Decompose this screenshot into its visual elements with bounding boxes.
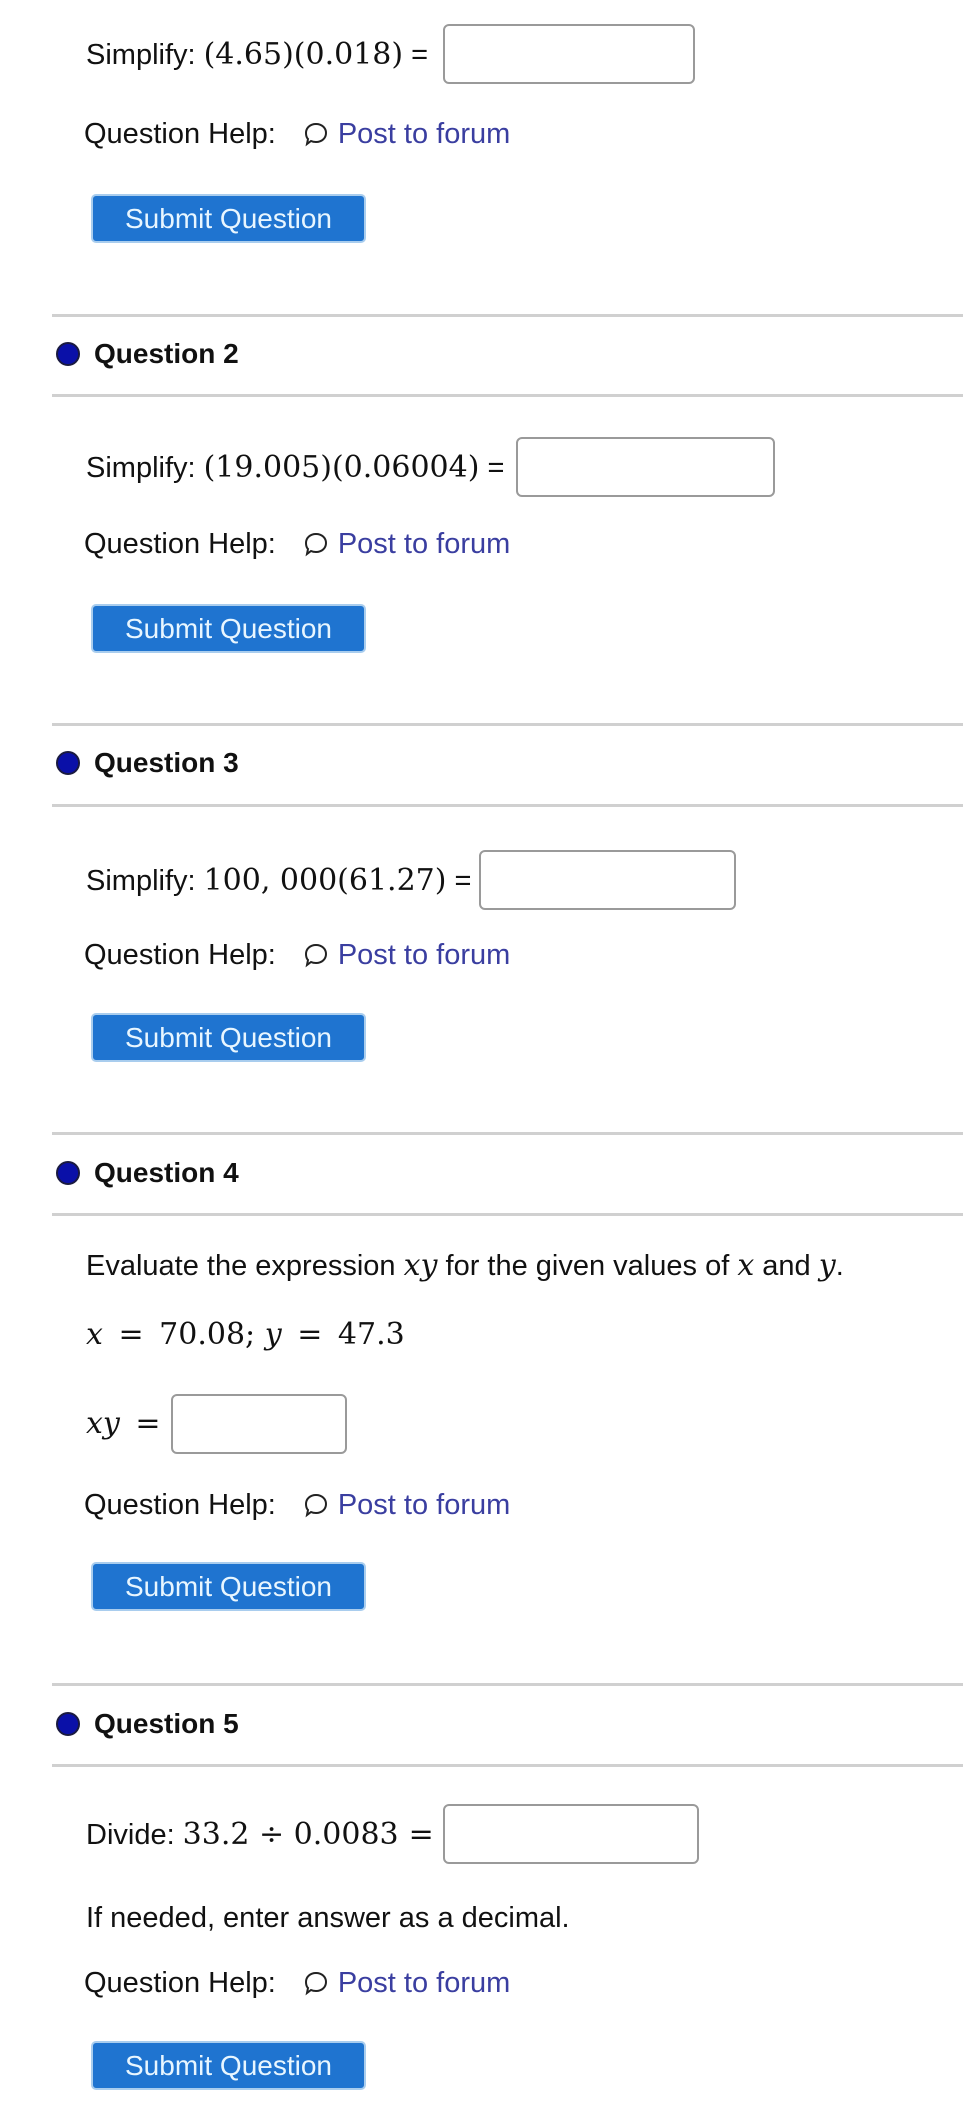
equals-sign: =: [118, 1317, 144, 1352]
equals-sign: =: [297, 1317, 323, 1352]
post-to-forum-link[interactable]: Post to forum: [302, 116, 510, 152]
question-title: Question 5: [94, 1708, 239, 1739]
question-5-answer-input[interactable]: [443, 1804, 699, 1864]
question-3-help: Question Help: Post to forum: [84, 937, 510, 973]
divider: [52, 1132, 963, 1135]
speech-bubble-icon: [302, 530, 330, 558]
post-to-forum-link[interactable]: Post to forum: [302, 937, 510, 973]
submit-question-2-button[interactable]: Submit Question: [91, 604, 366, 653]
divider: [52, 394, 963, 397]
question-2-prompt: Simplify: (19.005)(0.06004) =: [86, 450, 504, 486]
question-help-label: Question Help:: [84, 939, 276, 971]
question-5-note: If needed, enter answer as a decimal.: [86, 1902, 570, 1934]
post-to-forum-label: Post to forum: [337, 118, 511, 150]
question-4-answer-lhs: xy =: [86, 1406, 161, 1442]
question-2-help: Question Help: Post to forum: [84, 526, 510, 562]
question-4-answer-input[interactable]: [171, 1394, 347, 1454]
math-expression: 33.2 ÷ 0.0083: [182, 1817, 399, 1852]
math-variable: y: [264, 1317, 282, 1352]
math-variable: x: [737, 1248, 755, 1283]
post-to-forum-label: Post to forum: [337, 528, 511, 560]
speech-bubble-icon: [302, 120, 330, 148]
question-2-answer-input[interactable]: [516, 437, 775, 497]
question-3-header: Question 3: [56, 745, 239, 781]
post-to-forum-link[interactable]: Post to forum: [302, 526, 510, 562]
status-bullet-icon: [56, 342, 80, 366]
post-to-forum-link[interactable]: Post to forum: [302, 1965, 510, 2001]
submit-question-4-button[interactable]: Submit Question: [91, 1562, 366, 1611]
question-5-header: Question 5: [56, 1706, 239, 1742]
prompt-label: Simplify:: [86, 39, 196, 71]
instruction-text: .: [835, 1250, 844, 1282]
value-text: 47.3: [337, 1317, 405, 1352]
question-2-header: Question 2: [56, 336, 239, 372]
question-3-prompt: Simplify: 100, 000(61.27) =: [86, 863, 471, 899]
question-title: Question 4: [94, 1157, 239, 1188]
instruction-text: for the given values of: [437, 1250, 738, 1282]
math-variable: y: [818, 1248, 836, 1283]
divider: [52, 1764, 963, 1767]
question-1-prompt: Simplify: (4.65)(0.018) =: [86, 37, 428, 73]
math-variable: x: [86, 1317, 103, 1352]
instruction-text: Evaluate the expression: [86, 1250, 404, 1282]
post-to-forum-label: Post to forum: [337, 939, 511, 971]
question-title: Question 2: [94, 338, 239, 369]
instruction-text: and: [754, 1250, 819, 1282]
divider: [52, 723, 963, 726]
question-title: Question 3: [94, 747, 239, 778]
prompt-label: Simplify:: [86, 865, 196, 897]
status-bullet-icon: [56, 1161, 80, 1185]
prompt-label: Simplify:: [86, 452, 196, 484]
prompt-label: Divide:: [86, 1819, 175, 1851]
status-bullet-icon: [56, 1712, 80, 1736]
question-1-answer-input[interactable]: [443, 24, 695, 84]
math-variable: xy: [403, 1248, 438, 1283]
question-4-header: Question 4: [56, 1155, 239, 1191]
divider: [52, 1683, 963, 1686]
submit-question-3-button[interactable]: Submit Question: [91, 1013, 366, 1062]
question-5-help: Question Help: Post to forum: [84, 1965, 510, 2001]
question-1-help: Question Help: Post to forum: [84, 116, 510, 152]
equals-sign: =: [411, 39, 429, 71]
question-4-instruction: Evaluate the expression xy for the given…: [86, 1248, 844, 1284]
math-expression: (19.005)(0.06004): [203, 450, 480, 485]
post-to-forum-label: Post to forum: [337, 1489, 511, 1521]
question-3-answer-input[interactable]: [479, 850, 736, 910]
submit-question-5-button[interactable]: Submit Question: [91, 2041, 366, 2090]
speech-bubble-icon: [302, 1969, 330, 1997]
equals-sign: =: [408, 1817, 434, 1852]
speech-bubble-icon: [302, 1491, 330, 1519]
equals-sign: =: [454, 865, 472, 897]
divider: [52, 804, 963, 807]
question-4-help: Question Help: Post to forum: [84, 1487, 510, 1523]
math-variable: xy: [86, 1406, 120, 1441]
question-help-label: Question Help:: [84, 118, 276, 150]
question-help-label: Question Help:: [84, 1489, 276, 1521]
divider: [52, 314, 963, 317]
equals-sign: =: [487, 452, 505, 484]
divider: [52, 1213, 963, 1216]
question-4-given-values: x = 70.08; y = 47.3: [86, 1317, 405, 1353]
value-text: 70.08;: [159, 1317, 256, 1352]
question-help-label: Question Help:: [84, 528, 276, 560]
math-expression: (4.65)(0.018): [203, 37, 404, 72]
question-5-prompt: Divide: 33.2 ÷ 0.0083 =: [86, 1817, 434, 1853]
post-to-forum-link[interactable]: Post to forum: [302, 1487, 510, 1523]
post-to-forum-label: Post to forum: [337, 1967, 511, 1999]
equals-sign: =: [135, 1406, 161, 1441]
question-help-label: Question Help:: [84, 1967, 276, 1999]
submit-question-1-button[interactable]: Submit Question: [91, 194, 366, 243]
status-bullet-icon: [56, 751, 80, 775]
speech-bubble-icon: [302, 941, 330, 969]
math-expression: 100, 000(61.27): [203, 863, 447, 898]
